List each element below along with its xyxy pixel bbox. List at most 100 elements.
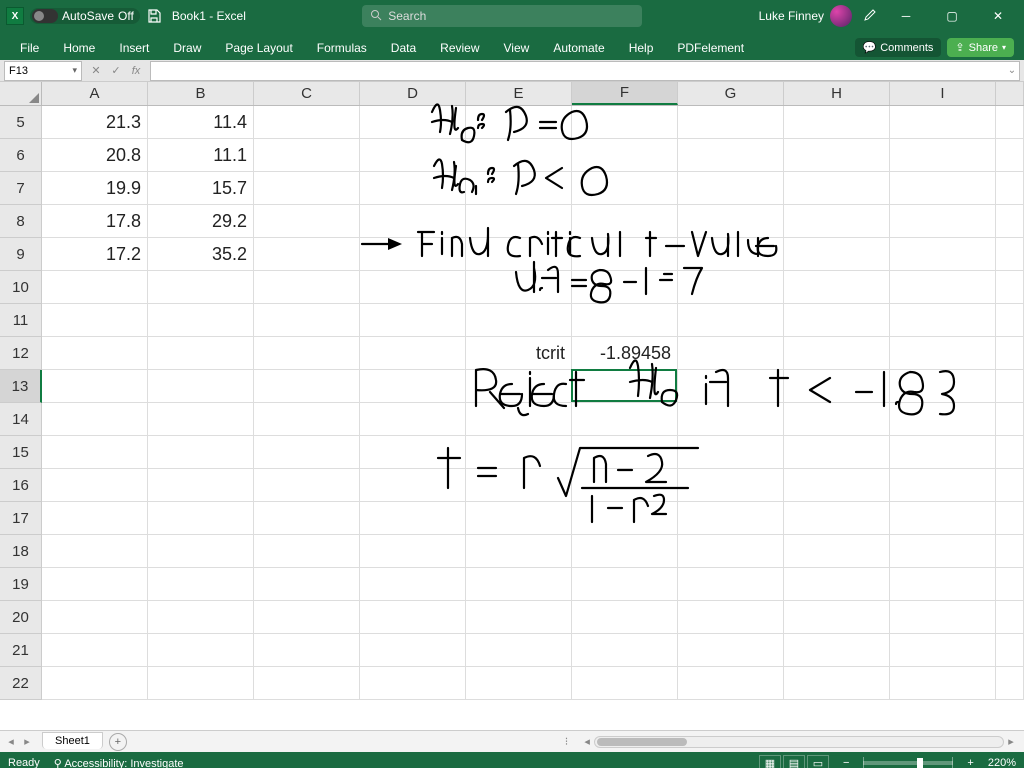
cell[interactable] [360, 271, 466, 304]
cell[interactable] [360, 535, 466, 568]
cell[interactable]: 11.1 [148, 139, 254, 172]
cell[interactable] [42, 370, 148, 403]
cell[interactable] [254, 436, 360, 469]
zoom-level[interactable]: 220% [988, 757, 1016, 768]
cell[interactable] [254, 337, 360, 370]
cell[interactable] [360, 370, 466, 403]
column-header[interactable]: F [572, 82, 678, 105]
row-header[interactable]: 20 [0, 601, 42, 634]
cell[interactable] [254, 238, 360, 271]
zoom-slider[interactable] [863, 761, 953, 765]
user-account[interactable]: Luke Finney [759, 5, 852, 27]
cell[interactable] [890, 271, 996, 304]
row-header[interactable]: 13 [0, 370, 42, 403]
cell[interactable] [784, 436, 890, 469]
cell[interactable] [890, 370, 996, 403]
row-header[interactable]: 22 [0, 667, 42, 700]
cell[interactable] [890, 568, 996, 601]
cell[interactable] [360, 238, 466, 271]
cell[interactable] [254, 403, 360, 436]
cell[interactable] [572, 238, 678, 271]
cell[interactable] [360, 403, 466, 436]
cell[interactable] [466, 568, 572, 601]
cell[interactable] [890, 403, 996, 436]
minimize-button[interactable]: ─ [888, 3, 924, 29]
cell[interactable] [572, 469, 678, 502]
cell[interactable] [784, 238, 890, 271]
cell[interactable] [890, 205, 996, 238]
cell[interactable] [42, 502, 148, 535]
cell[interactable] [42, 667, 148, 700]
cell[interactable] [254, 271, 360, 304]
cell[interactable] [572, 601, 678, 634]
cell[interactable] [148, 370, 254, 403]
formula-input[interactable]: ⌄ [150, 61, 1020, 81]
cell[interactable] [466, 172, 572, 205]
cell[interactable] [572, 436, 678, 469]
row-header[interactable]: 15 [0, 436, 42, 469]
cell[interactable] [42, 469, 148, 502]
cell[interactable] [678, 436, 784, 469]
cell[interactable] [466, 106, 572, 139]
cell[interactable] [148, 469, 254, 502]
sheet-nav-next-icon[interactable]: ▸ [20, 735, 34, 748]
cell[interactable] [360, 502, 466, 535]
cell[interactable] [890, 601, 996, 634]
cell[interactable] [678, 238, 784, 271]
cell[interactable]: 17.8 [42, 205, 148, 238]
cell[interactable] [890, 535, 996, 568]
cell[interactable] [466, 370, 572, 403]
row-header[interactable]: 12 [0, 337, 42, 370]
cell[interactable] [466, 667, 572, 700]
cell[interactable] [360, 667, 466, 700]
tab-insert[interactable]: Insert [109, 36, 159, 60]
cell[interactable] [890, 337, 996, 370]
cell[interactable] [890, 634, 996, 667]
cell[interactable] [572, 271, 678, 304]
cell[interactable] [678, 370, 784, 403]
name-box[interactable]: F13 ▾ [4, 61, 82, 81]
tab-draw[interactable]: Draw [163, 36, 211, 60]
cell[interactable] [890, 139, 996, 172]
search-box[interactable]: Search [362, 5, 642, 27]
cell[interactable] [254, 535, 360, 568]
sheet-tab[interactable]: Sheet1 [42, 732, 103, 749]
cell[interactable] [466, 436, 572, 469]
cell[interactable] [42, 337, 148, 370]
cell[interactable] [784, 667, 890, 700]
row-header[interactable]: 11 [0, 304, 42, 337]
cell[interactable] [148, 568, 254, 601]
row-header[interactable]: 9 [0, 238, 42, 271]
cell[interactable] [890, 469, 996, 502]
cell[interactable]: 19.9 [42, 172, 148, 205]
column-header[interactable]: B [148, 82, 254, 105]
cell[interactable] [678, 271, 784, 304]
cell[interactable] [890, 106, 996, 139]
cell[interactable] [148, 502, 254, 535]
cell[interactable] [890, 502, 996, 535]
scroll-right-icon[interactable]: ▸ [1004, 735, 1018, 748]
cell[interactable] [254, 106, 360, 139]
comments-button[interactable]: 💬 Comments [855, 38, 942, 57]
tab-review[interactable]: Review [430, 36, 489, 60]
cell[interactable] [466, 139, 572, 172]
cell[interactable] [890, 238, 996, 271]
cell[interactable] [678, 634, 784, 667]
tab-view[interactable]: View [494, 36, 540, 60]
close-button[interactable]: ✕ [980, 3, 1016, 29]
row-header[interactable]: 16 [0, 469, 42, 502]
cell[interactable] [254, 469, 360, 502]
zoom-in-button[interactable]: + [967, 757, 973, 768]
cell[interactable]: -1.89458 [572, 337, 678, 370]
cell[interactable] [572, 667, 678, 700]
horizontal-scrollbar[interactable]: ◂ ▸ [580, 735, 1018, 748]
row-header[interactable]: 18 [0, 535, 42, 568]
cell[interactable] [42, 436, 148, 469]
view-normal-icon[interactable]: ▦ [759, 755, 781, 768]
cell[interactable] [678, 502, 784, 535]
cell[interactable] [572, 304, 678, 337]
cell[interactable] [784, 106, 890, 139]
column-header[interactable]: A [42, 82, 148, 105]
cell[interactable] [678, 535, 784, 568]
share-button[interactable]: ⇪ Share ▾ [947, 38, 1014, 57]
